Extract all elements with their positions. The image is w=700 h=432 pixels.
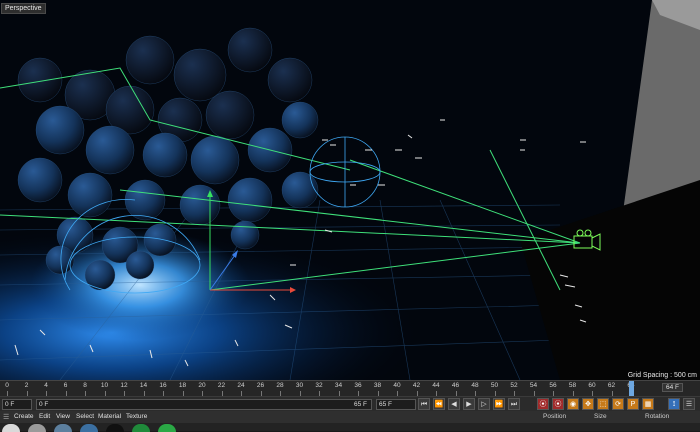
end-frame-field: 65 F <box>353 401 367 408</box>
timeline-tick-label: 18 <box>178 382 187 389</box>
pla-key-icon[interactable]: ▦ <box>642 398 654 410</box>
goto-start-icon[interactable]: ⏮ <box>418 398 430 410</box>
grid-spacing-readout: Grid Spacing : 500 cm <box>627 372 697 379</box>
timeline-tick-label: 6 <box>63 382 68 389</box>
timeline-ruler[interactable]: 0 2 4 6 8 10 12 14 16 18 20 22 24 26 28 30 32 34 36 38 40 42 4… <box>0 380 700 397</box>
timeline-tick-label: 2 <box>24 382 29 389</box>
menu-view[interactable]: View <box>56 413 70 420</box>
transport-bar: 0 F 0 F 65 F 65 F ⏮ ⏪ ◀ ▶ ▷ ⏩ ⏭ ⦿ ⦿ ◉ ✥ ⬚ ⟳ P ▦ ⟟ ☰ <box>0 396 700 412</box>
menu-edit[interactable]: Edit <box>39 413 50 420</box>
timeline-tick-label: 24 <box>237 382 245 389</box>
timeline-tick-label: 32 <box>315 382 323 389</box>
position-header: Position <box>543 413 567 420</box>
timeline-tick-label: 28 <box>276 382 284 389</box>
timeline-tick-label: 58 <box>568 382 577 389</box>
menu-material[interactable]: Material <box>98 413 121 420</box>
viewport-label[interactable]: Perspective <box>1 3 46 14</box>
menu-grip-icon[interactable]: ☰ <box>3 413 9 421</box>
parameter-key-icon[interactable]: P <box>627 398 639 410</box>
timeline-tick-label: 34 <box>334 382 343 389</box>
material-manager-menubar: ☰ Create Edit View Select Material Texture Po… <box>0 411 700 423</box>
scale-key-icon[interactable]: ⬚ <box>597 398 609 410</box>
position-key-icon[interactable]: ✥ <box>582 398 594 410</box>
timeline-tick-label: 22 <box>217 382 226 389</box>
rotation-key-icon[interactable]: ⟳ <box>612 398 624 410</box>
current-frame-readout: 64 F <box>662 383 684 392</box>
timeline-tick-label: 12 <box>120 382 128 389</box>
keyframe-selection-icon[interactable]: ◉ <box>567 398 579 410</box>
motion-icon[interactable]: ⟟ <box>668 398 680 410</box>
scene-render[interactable] <box>0 0 700 380</box>
timeline-tick-label: 20 <box>198 382 206 389</box>
preview-range-field[interactable]: 0 F 65 F <box>36 399 372 410</box>
play-icon[interactable]: ▶ <box>463 398 475 410</box>
next-key-icon[interactable]: ⏩ <box>493 398 505 410</box>
autokey-icon[interactable]: ⦿ <box>552 398 564 410</box>
material-swatches <box>0 423 700 432</box>
record-icon[interactable]: ⦿ <box>537 398 549 410</box>
timeline-tick-label: 40 <box>393 382 401 389</box>
menu-texture[interactable]: Texture <box>126 413 147 420</box>
timeline-tick-label: 38 <box>373 382 382 389</box>
goto-end-icon[interactable]: ⏭ <box>508 398 520 410</box>
timeline-tick-label: 0 <box>5 382 9 389</box>
timeline-tick-label: 8 <box>83 382 87 389</box>
timeline-tick-label: 14 <box>139 382 148 389</box>
timeline-tick-label: 44 <box>432 382 440 389</box>
timeline-tick-label: 46 <box>451 382 460 389</box>
playhead[interactable] <box>629 381 634 396</box>
timeline-tick-label: 56 <box>549 382 557 389</box>
timeline-tick-label: 26 <box>256 382 265 389</box>
current-frame-field: 0 F <box>39 401 49 408</box>
step-forward-icon[interactable]: ▷ <box>478 398 490 410</box>
start-frame-field[interactable]: 0 F <box>2 399 32 410</box>
timeline-tick-label: 48 <box>471 382 479 389</box>
timeline-tick-label: 30 <box>295 382 304 389</box>
perspective-viewport[interactable]: Perspective Grid Spacing : 500 cm <box>0 0 700 380</box>
menu-create[interactable]: Create <box>14 413 34 420</box>
size-header: Size <box>594 413 607 420</box>
timeline-tick-label: 54 <box>529 382 538 389</box>
timeline-tick-label: 52 <box>510 382 518 389</box>
timeline-tick-label: 36 <box>354 382 362 389</box>
rotation-header: Rotation <box>645 413 670 420</box>
timeline-tick-label: 4 <box>44 382 48 389</box>
timeline-tick-label: 62 <box>607 382 616 389</box>
max-frame-field[interactable]: 65 F <box>376 399 416 410</box>
timeline-tick-label: 42 <box>412 382 421 389</box>
timeline-tick-label: 60 <box>588 382 596 389</box>
step-back-icon[interactable]: ◀ <box>448 398 460 410</box>
timeline-menu-icon[interactable]: ☰ <box>683 398 695 410</box>
timeline-tick-label: 50 <box>490 382 499 389</box>
timeline-tick-label: 16 <box>159 382 167 389</box>
prev-key-icon[interactable]: ⏪ <box>433 398 445 410</box>
timeline-tick-label: 10 <box>100 382 109 389</box>
menu-select[interactable]: Select <box>76 413 94 420</box>
